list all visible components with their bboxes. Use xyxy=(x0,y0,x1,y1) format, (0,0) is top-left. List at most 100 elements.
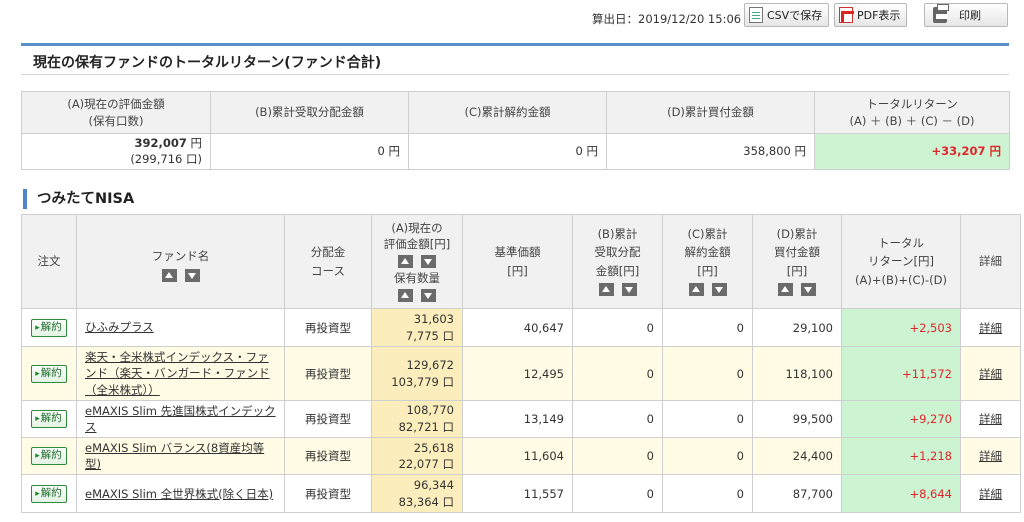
fund-name-link[interactable]: eMAXIS Slim バランス(8資産均等型) xyxy=(85,441,264,471)
dividend-total: 0 xyxy=(572,308,663,347)
fund-name-link[interactable]: 楽天・全米株式インデックス・ファンド（楽天・バンガード・ファンド（全米株式）） xyxy=(85,350,270,396)
header-nav-line1: 基準価額 xyxy=(494,245,541,260)
valuation-cell: 129,672 103,779 口 xyxy=(371,346,463,401)
sort-asc-icon[interactable] xyxy=(688,282,704,296)
printer-icon xyxy=(933,4,949,23)
header-valuation: (A)現在の 評価金額[円] 保有数量 xyxy=(371,214,463,309)
nav-value: 13,149 xyxy=(462,399,573,439)
summary-a-yen: 円 xyxy=(190,135,203,150)
summary-value-b: 0 円 xyxy=(210,133,409,170)
total-return-value: +2,503 xyxy=(841,308,961,347)
detail-link[interactable]: 詳細 xyxy=(979,487,1002,501)
pdf-view-button[interactable]: PDF表示 xyxy=(834,3,908,27)
sort-asc-icon[interactable] xyxy=(778,282,793,296)
header-b: (B)累計 受取分配 金額[円] xyxy=(572,214,663,309)
detail-link[interactable]: 詳細 xyxy=(979,367,1002,381)
summary-table: (A)現在の評価金額 (保有口数) (B)累計受取分配金額 (C)累計解約金額 … xyxy=(21,91,1010,170)
nisa-header-row: 注文 ファンド名 分配金 コース (A)現在の 評価金額[円] 保有数量 基準価… xyxy=(21,214,1021,309)
header-tr-line2: リターン[円] xyxy=(868,254,934,269)
header-total-return: トータル リターン[円] (A)+(B)+(C)-(D) xyxy=(841,214,961,309)
table-row: 解約 eMAXIS Slim 先進国株式インデックス 再投資型 108,770 … xyxy=(21,399,1021,439)
header-a-line3: 保有数量 xyxy=(394,270,440,285)
header-a-line2: 評価金額[円] xyxy=(383,237,451,252)
summary-value-c: 0 円 xyxy=(408,133,607,170)
valuation-amount: 96,344 xyxy=(413,478,454,493)
header-tr-line3: (A)+(B)+(C)-(D) xyxy=(855,272,947,287)
nav-value: 11,604 xyxy=(462,437,573,476)
csv-save-label: CSVで保存 xyxy=(767,9,823,22)
pdf-view-label: PDF表示 xyxy=(857,9,901,22)
print-label: 印刷 xyxy=(959,9,981,22)
header-tr-line1: トータル xyxy=(878,235,924,250)
header-fund-label: ファンド名 xyxy=(151,249,210,264)
summary-header-a-line1: (A)現在の評価金額 xyxy=(67,96,165,111)
table-row: 解約 楽天・全米株式インデックス・ファンド（楽天・バンガード・ファンド（全米株式… xyxy=(21,346,1021,401)
sort-desc-icon[interactable] xyxy=(421,288,436,302)
detail-link[interactable]: 詳細 xyxy=(979,449,1002,463)
pdf-file-icon xyxy=(839,7,854,23)
valuation-cell: 25,618 22,077 口 xyxy=(371,437,463,476)
sell-button[interactable]: 解約 xyxy=(31,484,67,503)
summary-a-units: (299,716 口) xyxy=(130,151,202,166)
sell-button[interactable]: 解約 xyxy=(31,318,67,337)
header-b-line3: 金額[円] xyxy=(595,263,640,278)
summary-value-row: 392,007 円 (299,716 口) 0 円 0 円 358,800 円 … xyxy=(21,133,1010,170)
header-nav-line2: [円] xyxy=(507,263,528,278)
top-toolbar: 算出日：2019/12/20 15:06 CSVで保存 PDF表示 印刷 xyxy=(0,0,1024,34)
sort-desc-icon[interactable] xyxy=(184,268,200,282)
header-course: 分配金 コース xyxy=(284,214,372,309)
fund-name-link[interactable]: eMAXIS Slim 先進国株式インデックス xyxy=(85,404,276,434)
sort-asc-icon[interactable] xyxy=(598,282,614,296)
summary-header-total-return: トータルリターン (A) ＋ (B) ＋ (C) － (D) xyxy=(814,91,1010,134)
dividend-course: 再投資型 xyxy=(284,308,372,347)
summary-header-c: (C)累計解約金額 xyxy=(408,91,607,134)
dividend-course: 再投資型 xyxy=(284,399,372,439)
nisa-section-title: つみたてNISA xyxy=(23,189,134,209)
detail-link[interactable]: 詳細 xyxy=(979,321,1002,335)
header-order: 注文 xyxy=(21,214,77,309)
sell-button[interactable]: 解約 xyxy=(31,447,67,466)
detail-link[interactable]: 詳細 xyxy=(979,412,1002,426)
total-return-value: +1,218 xyxy=(841,437,961,476)
sort-desc-icon[interactable] xyxy=(711,282,727,296)
fund-name-link[interactable]: ひふみプラス xyxy=(85,320,154,334)
table-row: 解約 ひふみプラス 再投資型 31,603 7,775 口 40,647 0 0… xyxy=(21,308,1021,347)
valuation-amount: 108,770 xyxy=(406,403,454,418)
calc-date: 算出日：2019/12/20 15:06 xyxy=(592,12,742,26)
sort-desc-icon[interactable] xyxy=(421,255,436,269)
sort-asc-icon[interactable] xyxy=(161,268,177,282)
nav-value: 40,647 xyxy=(462,308,573,347)
sort-asc-icon[interactable] xyxy=(398,255,413,269)
header-detail: 詳細 xyxy=(960,214,1021,309)
dividend-course: 再投資型 xyxy=(284,437,372,476)
holding-units: 83,364 口 xyxy=(398,494,454,509)
summary-header-b: (B)累計受取分配金額 xyxy=(210,91,409,134)
header-c-line1: (C)累計 xyxy=(687,226,728,241)
header-d-line1: (D)累計 xyxy=(776,226,818,241)
holding-units: 22,077 口 xyxy=(398,457,454,472)
nisa-fund-table: 注文 ファンド名 分配金 コース (A)現在の 評価金額[円] 保有数量 基準価… xyxy=(21,214,1021,514)
header-fund: ファンド名 xyxy=(76,214,285,309)
purchase-total: 118,100 xyxy=(752,346,842,401)
purchase-total: 24,400 xyxy=(752,437,842,476)
dividend-total: 0 xyxy=(572,399,663,439)
dividend-course: 再投資型 xyxy=(284,346,372,401)
purchase-total: 87,700 xyxy=(752,474,842,514)
holding-units: 103,779 口 xyxy=(391,374,454,389)
sort-desc-icon[interactable] xyxy=(621,282,637,296)
print-button[interactable]: 印刷 xyxy=(924,3,1008,27)
valuation-amount: 129,672 xyxy=(406,357,454,372)
csv-file-icon xyxy=(749,7,763,23)
sort-asc-icon[interactable] xyxy=(398,288,413,302)
dividend-total: 0 xyxy=(572,346,663,401)
csv-save-button[interactable]: CSVで保存 xyxy=(744,3,830,27)
summary-panel-title: 現在の保有ファンドのトータルリターン(ファンド合計) xyxy=(21,43,1009,75)
header-a-line1: (A)現在の xyxy=(391,220,443,235)
summary-header-a-line2: (保有口数) xyxy=(88,113,144,128)
sell-button[interactable]: 解約 xyxy=(31,410,67,429)
fund-name-link[interactable]: eMAXIS Slim 全世界株式(除く日本) xyxy=(85,487,273,501)
redemption-total: 0 xyxy=(662,437,753,476)
sort-desc-icon[interactable] xyxy=(801,282,816,296)
sell-button[interactable]: 解約 xyxy=(31,364,67,383)
summary-header-tr-line1: トータルリターン xyxy=(866,96,958,111)
